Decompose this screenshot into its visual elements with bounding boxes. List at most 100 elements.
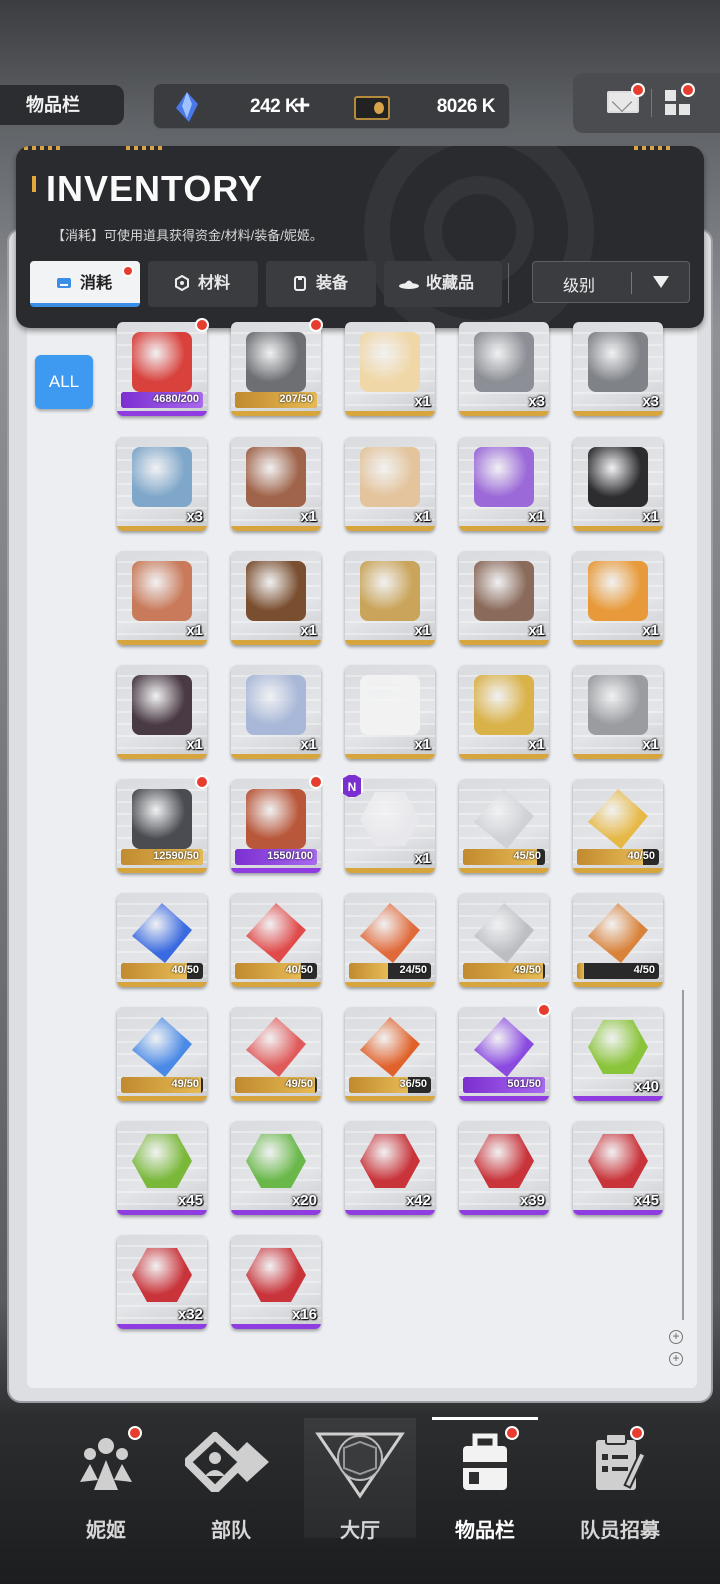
rarity-bar bbox=[117, 1324, 207, 1329]
inventory-item-ssr-grid-core-red[interactable]: 40/50 bbox=[231, 893, 321, 987]
progress-text: 36/50 bbox=[399, 1078, 427, 1090]
item-count: x32 bbox=[177, 1306, 203, 1323]
inventory-item-a-core-silver[interactable]: 49/50 bbox=[459, 893, 549, 987]
inventory-item-green-hex-chip[interactable]: x40 bbox=[573, 1007, 663, 1101]
inventory-item-orange-container[interactable]: 1550/100 bbox=[231, 779, 321, 873]
progress-text: 45/50 bbox=[513, 850, 541, 862]
inventory-item-gold-badge[interactable]: x1 bbox=[345, 551, 435, 645]
item-progress-bar: 36/50 bbox=[349, 1077, 431, 1093]
inventory-item-round-cake[interactable]: x1 bbox=[117, 551, 207, 645]
item-image bbox=[132, 447, 192, 507]
inventory-item-cassette-tape[interactable]: x1 bbox=[573, 437, 663, 531]
nav-label: 物品栏 bbox=[455, 1520, 515, 1542]
inventory-item-ssr-n-core-blue[interactable]: 40/50 bbox=[117, 893, 207, 987]
item-count: x1 bbox=[528, 508, 545, 525]
inventory-item-core-orange[interactable]: 36/50 bbox=[345, 1007, 435, 1101]
nav-label: 妮姬 bbox=[86, 1520, 126, 1542]
pin-icon[interactable]: + bbox=[669, 1352, 683, 1366]
inventory-item-wicker-basket[interactable]: x1 bbox=[231, 551, 321, 645]
scrollbar[interactable] bbox=[682, 990, 684, 1320]
rarity-bar bbox=[345, 1096, 435, 1101]
item-count: x1 bbox=[414, 393, 431, 410]
nav-nikke[interactable]: 妮姬 bbox=[46, 1412, 166, 1584]
rarity-bar bbox=[459, 411, 549, 416]
nav-lobby[interactable]: 大厅 bbox=[300, 1412, 420, 1584]
page-title: 物品栏 bbox=[0, 85, 124, 125]
inventory-item-green-shield-chip[interactable]: x45 bbox=[117, 1121, 207, 1215]
inventory-item-grid-core-red[interactable]: 49/50 bbox=[231, 1007, 321, 1101]
nav-squad[interactable]: 部队 bbox=[171, 1412, 291, 1584]
pin-icon[interactable]: + bbox=[669, 1330, 683, 1344]
inventory-item-green-arrow-chip[interactable]: x20 bbox=[231, 1121, 321, 1215]
inventory-item-pizza[interactable]: x1 bbox=[573, 551, 663, 645]
rarity-bar bbox=[231, 640, 321, 645]
inventory-item-red-a-chip[interactable]: x39 bbox=[459, 1121, 549, 1215]
rarity-bar bbox=[117, 754, 207, 759]
inventory-item-n-core-blue[interactable]: 49/50 bbox=[117, 1007, 207, 1101]
tab-label: 装备 bbox=[316, 275, 349, 292]
inventory-item-1000-cake[interactable]: x1 bbox=[345, 437, 435, 531]
item-count: x3 bbox=[528, 393, 545, 410]
inventory-item-t-core-orange[interactable]: 4/50 bbox=[573, 893, 663, 987]
top-right-actions bbox=[573, 73, 720, 133]
inventory-item-bunny-letter[interactable]: x1 bbox=[345, 665, 435, 759]
rarity-bar bbox=[459, 640, 549, 645]
decorative-notch bbox=[24, 146, 64, 150]
inventory-item-ssr-core-orange[interactable]: 24/50 bbox=[345, 893, 435, 987]
inventory-item-robot-head[interactable]: x3 bbox=[117, 437, 207, 531]
nav-recruit[interactable]: 队员招募 bbox=[550, 1412, 690, 1584]
item-count: x1 bbox=[300, 508, 317, 525]
progress-text: 207/50 bbox=[279, 393, 313, 405]
tab-consumables[interactable]: 消耗 bbox=[30, 261, 140, 307]
item-count: x1 bbox=[414, 622, 431, 639]
nav-inventory[interactable]: 物品栏 bbox=[425, 1412, 545, 1584]
inventory-item-chocolate-cake[interactable]: x1 bbox=[231, 437, 321, 531]
inventory-item-core-purple[interactable]: 501/50 bbox=[459, 1007, 549, 1101]
tab-equipment[interactable]: 装备 bbox=[266, 261, 376, 307]
inventory-item-ssr-t-core[interactable]: 40/50 bbox=[573, 779, 663, 873]
inventory-item-dark-box[interactable]: 12590/50 bbox=[117, 779, 207, 873]
add-gems-button[interactable]: + bbox=[294, 90, 310, 120]
inventory-item-purple-cake[interactable]: x1 bbox=[459, 437, 549, 531]
item-count: x1 bbox=[186, 622, 203, 639]
progress-text: 12590/50 bbox=[153, 850, 199, 862]
inventory-item-silver-bra[interactable]: x3 bbox=[573, 322, 663, 416]
rarity-bar bbox=[231, 1210, 321, 1215]
tab-notification-dot bbox=[122, 265, 134, 277]
tab-materials[interactable]: 材料 bbox=[148, 261, 258, 307]
progress-text: 40/50 bbox=[285, 964, 313, 976]
currency-bar: 242 K + 8026 K bbox=[153, 83, 510, 129]
inventory-item-silver-figure[interactable]: x1 bbox=[573, 665, 663, 759]
nav-notification-dot bbox=[128, 1426, 142, 1440]
inventory-header: INVENTORY 【消耗】可使用道具获得资金/材料/装备/妮姬。 消耗 材料 … bbox=[16, 146, 704, 328]
tab-collectibles[interactable]: 收藏品 bbox=[384, 261, 502, 307]
nav-label: 部队 bbox=[211, 1520, 251, 1542]
item-image bbox=[132, 675, 192, 735]
rarity-bar bbox=[231, 411, 321, 416]
inventory-item-red-grid-chip[interactable]: x16 bbox=[231, 1235, 321, 1329]
inventory-item-cooking-pot[interactable]: x1 bbox=[117, 665, 207, 759]
inventory-description: 【消耗】可使用道具获得资金/材料/装备/妮姬。 bbox=[52, 228, 323, 243]
inventory-item-ssr-a-core[interactable]: 45/50 bbox=[459, 779, 549, 873]
inventory-item-red-t-chip[interactable]: x45 bbox=[573, 1121, 663, 1215]
item-image bbox=[246, 561, 306, 621]
inventory-item-15-cake[interactable]: x1 bbox=[459, 551, 549, 645]
inventory-item-gold-canister[interactable]: x1 bbox=[459, 665, 549, 759]
item-count: x1 bbox=[300, 622, 317, 639]
people-icon bbox=[80, 1438, 132, 1490]
rarity-bar bbox=[573, 526, 663, 531]
item-count: x3 bbox=[642, 393, 659, 410]
inventory-item-manual-box[interactable]: 207/50 bbox=[231, 322, 321, 416]
inventory-item-red-square-chip[interactable]: x42 bbox=[345, 1121, 435, 1215]
inventory-item-red-n-chip[interactable]: x32 bbox=[117, 1235, 207, 1329]
sort-dropdown[interactable]: 级别 bbox=[532, 261, 690, 303]
item-count: x1 bbox=[642, 736, 659, 753]
inventory-item-lucky-box[interactable]: 4680/200 bbox=[117, 322, 207, 416]
divider bbox=[651, 89, 652, 117]
inventory-item-acrylic-keychain[interactable]: x1 bbox=[231, 665, 321, 759]
rarity-bar bbox=[345, 526, 435, 531]
inventory-item-silver-briefs[interactable]: x3 bbox=[459, 322, 549, 416]
item-count: x1 bbox=[528, 622, 545, 639]
inventory-item-anniversary-cake[interactable]: x1 bbox=[345, 322, 435, 416]
filter-all-button[interactable]: ALL bbox=[35, 355, 93, 409]
